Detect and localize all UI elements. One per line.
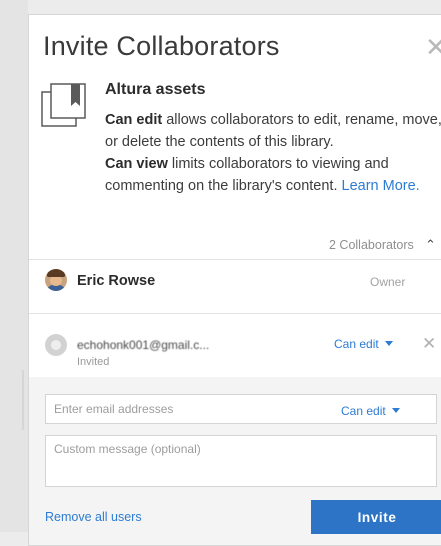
close-icon[interactable]: ✕	[425, 34, 441, 60]
invite-button[interactable]: Invite	[311, 500, 441, 534]
library-name: Altura assets	[105, 81, 206, 98]
invitee-permission-dropdown[interactable]: Can edit	[334, 337, 393, 351]
can-edit-label: Can edit	[105, 112, 163, 128]
caret-down-icon	[391, 408, 400, 413]
owner-name: Eric Rowse	[77, 273, 156, 289]
can-view-label: Can view	[105, 156, 168, 172]
divider	[29, 313, 441, 314]
invitee-email: echohonk001@gmail.c...	[77, 338, 210, 352]
invitee-status: Invited	[77, 356, 110, 368]
background-panel	[0, 0, 28, 532]
remove-all-users-link[interactable]: Remove all users	[45, 510, 142, 524]
new-permission-label: Can edit	[341, 404, 386, 418]
divider	[29, 259, 441, 260]
chevron-up-icon[interactable]: ⌃	[425, 237, 436, 253]
invite-dialog: Invite Collaborators ✕ Altura assets Can…	[28, 14, 441, 546]
library-icon	[41, 83, 86, 127]
background-divider	[22, 370, 24, 430]
dialog-title: Invite Collaborators	[43, 31, 280, 61]
collaborator-count[interactable]: 2 Collaborators	[329, 238, 414, 252]
owner-role: Owner	[370, 275, 406, 289]
invitee-permission-label: Can edit	[334, 337, 379, 351]
custom-message-input[interactable]	[45, 435, 437, 487]
invitee-avatar	[45, 334, 67, 356]
new-permission-dropdown[interactable]: Can edit	[341, 404, 400, 418]
permission-description: Can edit allows collaborators to edit, r…	[105, 109, 441, 197]
learn-more-link[interactable]: Learn More.	[342, 178, 420, 194]
owner-avatar	[45, 269, 67, 291]
caret-down-icon	[384, 341, 393, 346]
remove-invitee-icon[interactable]: ✕	[422, 335, 436, 352]
